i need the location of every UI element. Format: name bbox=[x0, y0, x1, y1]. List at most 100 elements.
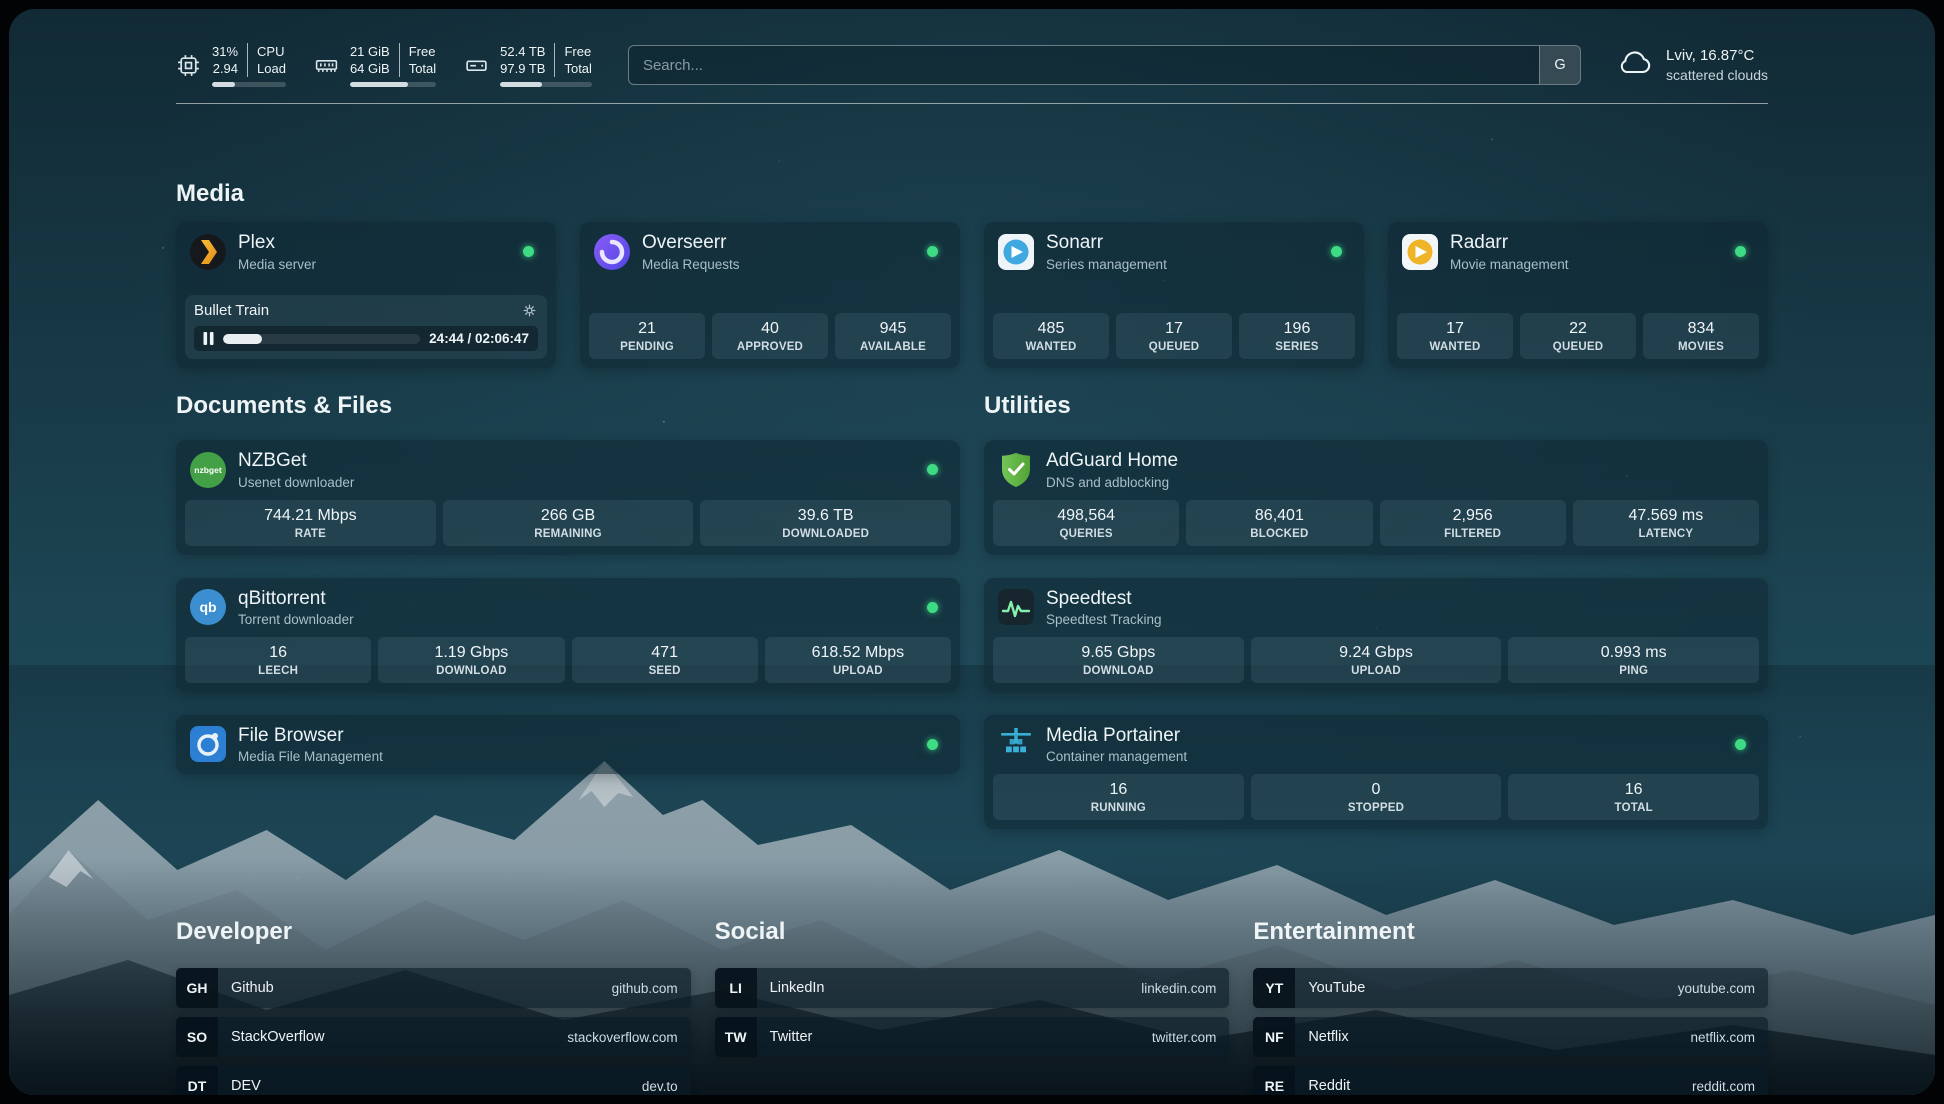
bookmark-name: DEV bbox=[231, 1078, 261, 1094]
bookmark-name: Twitter bbox=[770, 1029, 813, 1045]
app-card-radarr[interactable]: Radarr Movie management 17WANTED 22QUEUE… bbox=[1388, 222, 1768, 368]
stat-remaining: 266 GBREMAINING bbox=[443, 500, 694, 546]
stat-blocked: 86,401BLOCKED bbox=[1186, 500, 1372, 546]
app-card-adguard[interactable]: AdGuard Home DNS and adblocking 498,564Q… bbox=[984, 440, 1768, 554]
bookmark-name: Reddit bbox=[1308, 1078, 1350, 1094]
status-dot bbox=[1331, 246, 1342, 257]
pause-icon[interactable] bbox=[203, 332, 214, 345]
status-dot bbox=[927, 464, 938, 475]
cpu-usage-bar bbox=[212, 82, 286, 87]
memory-metric: 21 GiB 64 GiB Free Total bbox=[314, 43, 436, 87]
app-subtitle: Media server bbox=[238, 257, 316, 272]
bookmark-netflix[interactable]: NF Netflix netflix.com bbox=[1253, 1017, 1768, 1057]
app-name: Speedtest bbox=[1046, 588, 1162, 609]
search-engine-button[interactable]: G bbox=[1539, 46, 1580, 84]
bookmark-stackoverflow[interactable]: SO StackOverflow stackoverflow.com bbox=[176, 1017, 691, 1057]
app-subtitle: Container management bbox=[1046, 749, 1187, 764]
stat-series: 196SERIES bbox=[1239, 313, 1355, 359]
bookmark-group-developer: Developer GH Github github.com SO StackO… bbox=[176, 918, 691, 1095]
dashboard-screen: 31% 2.94 CPU Load bbox=[0, 0, 1944, 1104]
bookmark-reddit[interactable]: RE Reddit reddit.com bbox=[1253, 1066, 1768, 1095]
plex-icon bbox=[189, 233, 227, 271]
bookmark-abbr: LI bbox=[715, 968, 757, 1008]
app-card-qbittorrent[interactable]: qb qBittorrent Torrent downloader bbox=[176, 578, 960, 692]
disk-label-1: Free bbox=[564, 43, 591, 60]
disk-metric: 52.4 TB 97.9 TB Free Total bbox=[464, 43, 592, 87]
cpu-percent: 31% bbox=[212, 43, 238, 60]
search-bar: G bbox=[628, 45, 1581, 85]
memory-label-2: Total bbox=[409, 60, 436, 77]
stat-movies: 834MOVIES bbox=[1643, 313, 1759, 359]
adguard-icon bbox=[997, 451, 1035, 489]
stat-seed: 471SEED bbox=[572, 637, 758, 683]
app-name: Media Portainer bbox=[1046, 725, 1187, 746]
app-subtitle: Usenet downloader bbox=[238, 475, 354, 490]
bookmark-dev[interactable]: DT DEV dev.to bbox=[176, 1066, 691, 1095]
header-divider bbox=[176, 103, 1768, 104]
speedtest-icon bbox=[997, 588, 1035, 626]
bookmark-url: github.com bbox=[612, 981, 678, 996]
bookmark-url: netflix.com bbox=[1690, 1030, 1755, 1045]
search-input[interactable] bbox=[629, 57, 1539, 74]
bookmark-twitter[interactable]: TW Twitter twitter.com bbox=[715, 1017, 1230, 1057]
utilities-column: Utilities AdGuard Home bbox=[984, 368, 1768, 852]
bookmark-group-social: Social LI LinkedIn linkedin.com TW Twitt… bbox=[715, 918, 1230, 1095]
bookmark-name: YouTube bbox=[1308, 980, 1365, 996]
app-name: Plex bbox=[238, 232, 316, 253]
cpu-metric: 31% 2.94 CPU Load bbox=[176, 43, 286, 87]
dashboard-window: 31% 2.94 CPU Load bbox=[9, 9, 1935, 1095]
gear-icon[interactable] bbox=[521, 302, 538, 319]
app-card-filebrowser[interactable]: File Browser Media File Management bbox=[176, 715, 960, 774]
stat-ping: 0.993 msPING bbox=[1508, 637, 1759, 683]
app-card-plex[interactable]: Plex Media server Bullet Train bbox=[176, 222, 556, 368]
section-title-entertainment: Entertainment bbox=[1253, 918, 1768, 946]
now-playing-title: Bullet Train bbox=[194, 302, 269, 319]
app-card-nzbget[interactable]: nzbget NZBGet Usenet downloader 74 bbox=[176, 440, 960, 554]
stat-upload: 9.24 GbpsUPLOAD bbox=[1251, 637, 1502, 683]
now-playing-panel: Bullet Train bbox=[185, 295, 547, 359]
bookmark-abbr: NF bbox=[1253, 1017, 1295, 1057]
app-name: NZBGet bbox=[238, 450, 354, 471]
disk-total: 97.9 TB bbox=[500, 60, 545, 77]
stat-download: 9.65 GbpsDOWNLOAD bbox=[993, 637, 1244, 683]
portainer-icon bbox=[997, 725, 1035, 763]
stat-rate: 744.21 MbpsRATE bbox=[185, 500, 436, 546]
app-card-speedtest[interactable]: Speedtest Speedtest Tracking 9.65 GbpsDO… bbox=[984, 578, 1768, 692]
cpu-icon bbox=[176, 53, 201, 78]
status-dot bbox=[1735, 246, 1746, 257]
app-subtitle: Movie management bbox=[1450, 257, 1569, 272]
app-name: File Browser bbox=[238, 725, 383, 746]
memory-usage-bar bbox=[350, 82, 436, 87]
bookmark-abbr: RE bbox=[1253, 1066, 1295, 1095]
stat-queued: 22QUEUED bbox=[1520, 313, 1636, 359]
stat-available: 945AVAILABLE bbox=[835, 313, 951, 359]
playback-progress-bar bbox=[223, 334, 420, 344]
app-name: Sonarr bbox=[1046, 232, 1167, 253]
svg-text:nzbget: nzbget bbox=[194, 465, 222, 475]
stat-download: 1.19 GbpsDOWNLOAD bbox=[378, 637, 564, 683]
disk-label-2: Total bbox=[564, 60, 591, 77]
cpu-label-2: Load bbox=[257, 60, 286, 77]
bookmark-abbr: TW bbox=[715, 1017, 757, 1057]
bookmark-url: twitter.com bbox=[1152, 1030, 1217, 1045]
app-card-portainer[interactable]: Media Portainer Container management 16R… bbox=[984, 715, 1768, 829]
app-card-sonarr[interactable]: Sonarr Series management 485WANTED 17QUE… bbox=[984, 222, 1364, 368]
bookmark-name: LinkedIn bbox=[770, 980, 825, 996]
bookmark-github[interactable]: GH Github github.com bbox=[176, 968, 691, 1008]
top-bar: 31% 2.94 CPU Load bbox=[176, 9, 1768, 87]
app-name: Overseerr bbox=[642, 232, 740, 253]
documents-column: Documents & Files nzbget NZBGet bbox=[176, 368, 960, 797]
weather-widget: Lviv, 16.87°C scattered clouds bbox=[1617, 47, 1768, 83]
bookmark-abbr: YT bbox=[1253, 968, 1295, 1008]
svg-text:qb: qb bbox=[199, 599, 216, 615]
bookmark-name: Netflix bbox=[1308, 1029, 1348, 1045]
app-subtitle: Series management bbox=[1046, 257, 1167, 272]
bookmark-linkedin[interactable]: LI LinkedIn linkedin.com bbox=[715, 968, 1230, 1008]
stat-filtered: 2,956FILTERED bbox=[1380, 500, 1566, 546]
stat-upload: 618.52 MbpsUPLOAD bbox=[765, 637, 951, 683]
app-card-overseerr[interactable]: Overseerr Media Requests 21PENDING 40APP… bbox=[580, 222, 960, 368]
bookmark-youtube[interactable]: YT YouTube youtube.com bbox=[1253, 968, 1768, 1008]
cpu-label-1: CPU bbox=[257, 43, 284, 60]
radarr-icon bbox=[1401, 233, 1439, 271]
weather-location: Lviv, 16.87°C bbox=[1666, 47, 1768, 64]
